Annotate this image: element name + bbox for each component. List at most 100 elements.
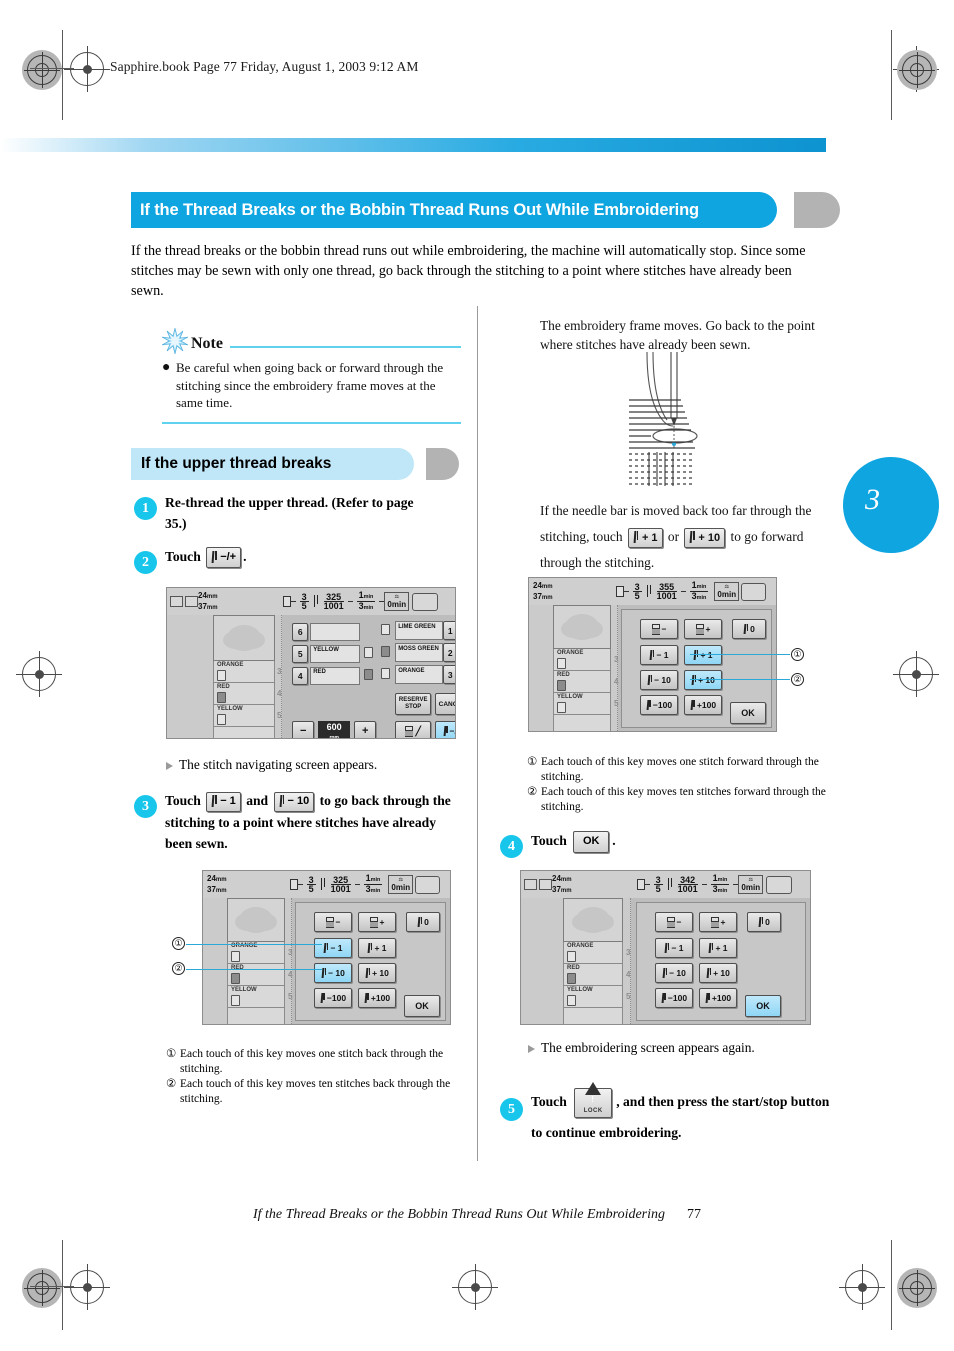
thread-list-item[interactable]: YELLOW (213, 705, 275, 727)
step-2-number: 2 (134, 551, 157, 574)
time-counter: 1min 3min (356, 589, 376, 611)
thread-list-item[interactable] (227, 1008, 285, 1024)
bobbin-plus-key[interactable]: + (699, 912, 737, 932)
lcd1-counters: 35 325 1001 1min 3min ⚖ 0min (282, 589, 439, 613)
manual-guide-button[interactable] (741, 582, 767, 601)
stitch-minus-100-key[interactable]: −100 (640, 695, 678, 715)
ok-button[interactable]: OK (745, 995, 781, 1017)
manual-guide-button[interactable] (412, 592, 439, 611)
bobbin-icon (325, 917, 334, 928)
step-2-pre: Touch (165, 549, 201, 564)
lcd-navigate-ok-selected[interactable]: 24mm 37mm 35 342 1001 1min 3min ⚖ 0min O… (520, 870, 811, 1025)
ok-button[interactable]: OK (404, 995, 440, 1017)
spool-icon (217, 670, 226, 681)
plus-ten-key[interactable]: + 10 (684, 527, 726, 548)
callout-1: ① (791, 648, 804, 661)
manual-guide-button[interactable] (415, 875, 441, 894)
stitch-minus-10-key[interactable]: − 10 (640, 670, 678, 690)
manual-guide-button[interactable] (766, 875, 793, 894)
needle-icon (661, 992, 667, 1004)
minus-ten-key[interactable]: − 10 (273, 791, 315, 812)
needle-slot-button[interactable]: 6 (292, 623, 309, 641)
print-registration-target-top-left (22, 50, 62, 90)
stitch-plus-10-key[interactable]: + 10 (358, 963, 396, 983)
thread-list-item[interactable]: ORANGE (213, 661, 275, 683)
thread-list-item[interactable]: YELLOW (553, 693, 611, 715)
bobbin-plus-key[interactable]: + (358, 912, 396, 932)
stitch-plus-100-key[interactable]: +100 (684, 695, 722, 715)
stitch-plus-10-key[interactable]: + 10 (684, 670, 722, 690)
stitch-plus-100-key[interactable]: +100 (699, 988, 737, 1008)
speed-plus-button[interactable]: + (354, 721, 377, 738)
stitch-minus-100-key[interactable]: −100 (314, 988, 352, 1008)
thread-list-item[interactable]: RED (563, 964, 623, 986)
thread-list-item[interactable]: RED (213, 683, 275, 705)
plus-one-key[interactable]: + 1 (627, 527, 663, 548)
ok-key[interactable]: OK (573, 830, 610, 853)
title-shadow-tab (794, 192, 840, 228)
thread-list-item[interactable]: ORANGE (553, 649, 611, 671)
needle-color-field[interactable] (310, 623, 361, 641)
needle-slot-button[interactable]: 4 (292, 667, 309, 685)
stitch-minus-100-key[interactable]: −100 (655, 988, 693, 1008)
needle-icon (690, 699, 696, 711)
stitch-navigate-button[interactable]: −/+ (435, 721, 455, 738)
stitch-minus-1-key[interactable]: − 1 (655, 938, 693, 958)
stitch-minus-1-key[interactable]: − 1 (640, 645, 678, 665)
thread-list-item[interactable] (213, 727, 275, 738)
speed-minus-button[interactable]: − (292, 721, 315, 738)
stitch-zero-key[interactable]: 0 (406, 912, 440, 932)
stitch-plus-1-key[interactable]: + 1 (684, 645, 722, 665)
needle-color-field[interactable]: YELLOW (310, 645, 361, 663)
thread-list-item[interactable]: RED (227, 964, 285, 986)
caption-text: Each touch of this key moves one stitch … (180, 1048, 444, 1075)
thread-number: 5 (626, 992, 631, 1001)
needle-color-field[interactable]: RED (310, 667, 361, 685)
lcd3-left-panel: ORANGE 3 RED 4 YELLOW 5 (529, 605, 618, 731)
lcd-embroidering-screen[interactable]: 24mm 37mm 35 325 1001 1min 3min ⚖ 0min O… (166, 587, 456, 739)
stitch-plus-100-key[interactable]: +100 (358, 988, 396, 1008)
lcd4-navigate-panel: − + 0 − 1 + 1 − 10 + 10 −100 +100 OK (636, 902, 806, 1021)
bobbin-minus-key[interactable]: − (655, 912, 693, 932)
stitch-zero-key[interactable]: 0 (747, 912, 781, 932)
stitch-plus-10-key[interactable]: + 10 (699, 963, 737, 983)
spool-icon (567, 995, 576, 1006)
assigned-slot-number[interactable]: 3 (443, 665, 455, 684)
stitch-minus-10-key[interactable]: − 10 (655, 963, 693, 983)
assigned-slot-number[interactable]: 1 (443, 621, 455, 640)
bobbin-icon (282, 596, 291, 607)
bobbin-plus-key[interactable]: + (684, 619, 722, 639)
assigned-slot-number[interactable]: 2 (443, 643, 455, 662)
stitch-plus-1-key[interactable]: + 1 (358, 938, 396, 958)
stitch-plus-1-key[interactable]: + 1 (699, 938, 737, 958)
stitch-zero-key[interactable]: 0 (732, 619, 766, 639)
needle-slot-button[interactable]: 5 (292, 645, 309, 663)
caption-number: ② (527, 786, 538, 798)
spool-icon (217, 692, 226, 703)
step-2-result: The stitch navigating screen appears. (166, 757, 456, 773)
thread-list-item[interactable] (563, 1008, 623, 1024)
ok-button[interactable]: OK (730, 702, 766, 724)
reserve-stop-button[interactable]: RESERVE STOP (395, 693, 432, 715)
lcd-stitch-navigate-back[interactable]: 24mm 37mm 35 325 1001 1min 3min ⚖ 0min O… (202, 870, 451, 1025)
assigned-color-field[interactable]: LIME GREEN (395, 621, 444, 640)
bobbin-minus-key[interactable]: − (314, 912, 352, 932)
thread-list-item[interactable]: ORANGE (227, 942, 285, 964)
stitch-navigate-key[interactable]: −/+ (206, 547, 242, 569)
lock-key[interactable]: LOCK (574, 1081, 613, 1118)
stitch-minus-1-key[interactable]: − 1 (314, 938, 352, 958)
stitch-minus-10-key[interactable]: − 10 (314, 963, 352, 983)
thread-list-item[interactable]: RED (553, 671, 611, 693)
stitch-counter: 342 1001 (677, 874, 698, 894)
assigned-color-field[interactable]: MOSS GREEN (395, 643, 444, 662)
assigned-color-field[interactable]: ORANGE (395, 665, 444, 684)
minus-one-key[interactable]: − 1 (206, 791, 241, 812)
thread-list-item[interactable] (553, 715, 611, 731)
thread-list-item[interactable]: YELLOW (227, 986, 285, 1008)
cancel-button[interactable]: CANCEL (435, 693, 455, 715)
bobbin-wind-button[interactable]: ╱ (395, 721, 432, 738)
thread-list-item[interactable]: ORANGE (563, 942, 623, 964)
thread-list-item[interactable]: YELLOW (563, 986, 623, 1008)
thread-name: RED (557, 672, 570, 678)
bobbin-minus-key[interactable]: − (640, 619, 678, 639)
